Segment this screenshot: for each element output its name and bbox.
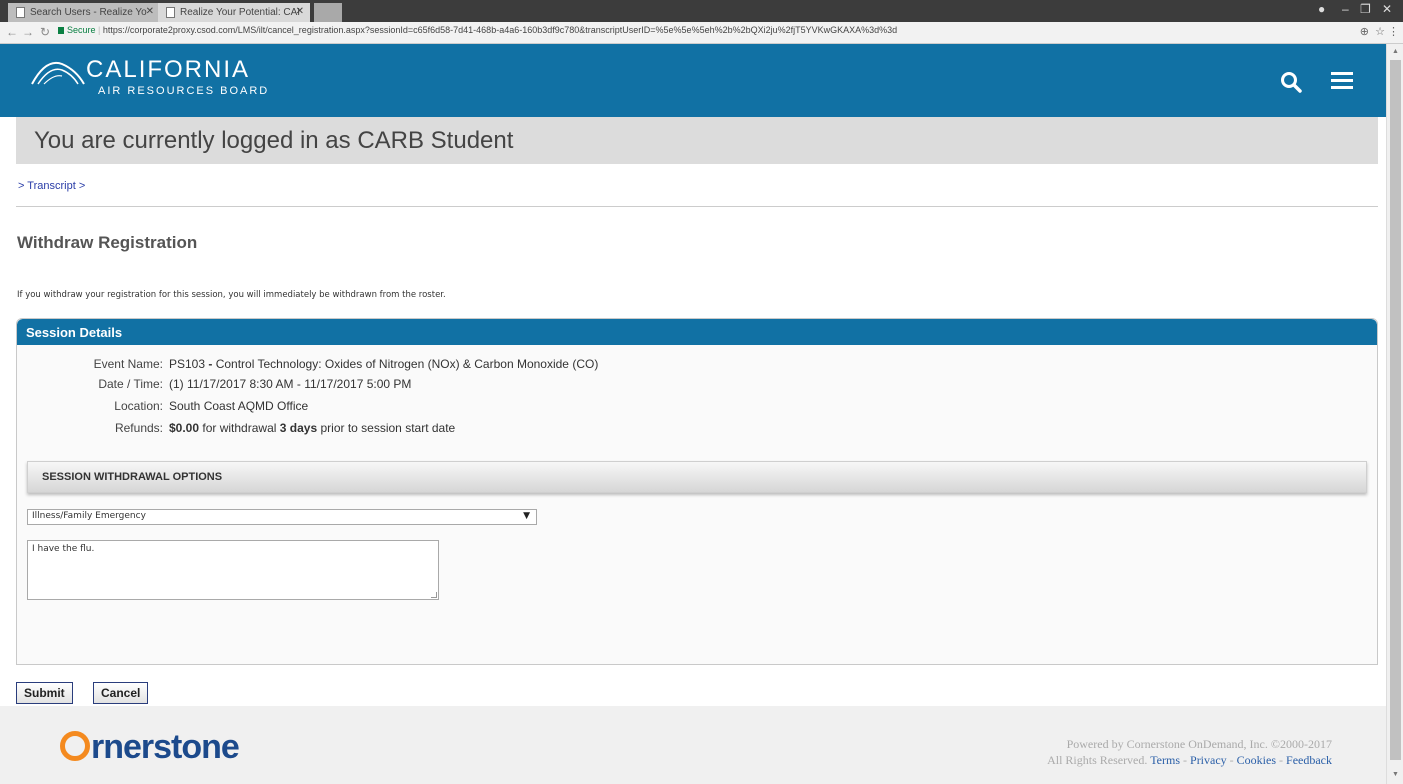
page-icon <box>16 7 25 18</box>
footer-links-line: All Rights Reserved. Terms - Privacy - C… <box>1047 753 1332 767</box>
location-value: South Coast AQMD Office <box>169 399 309 413</box>
site-header: CALIFORNIA AIR RESOURCES BOARD <box>0 44 1386 117</box>
withdrawal-comment-text: I have the flu. <box>32 544 95 554</box>
session-details-heading: Session Details <box>17 319 1377 345</box>
event-title: Control Technology: Oxides of Nitrogen (… <box>215 357 599 371</box>
url-field[interactable]: Secure | https://corporate2proxy.csod.co… <box>58 25 897 35</box>
browser-tab-realize-potential[interactable]: Realize Your Potential: CAI ✕ <box>158 3 310 22</box>
session-details-panel: Session Details Event Name: PS103 - Cont… <box>16 318 1378 665</box>
profile-icon[interactable]: ● <box>1318 2 1325 16</box>
breadcrumb: > Transcript > <box>18 180 85 192</box>
withdrawal-comment-textarea[interactable]: I have the flu. <box>27 540 439 600</box>
refund-amount: $0.00 <box>169 421 200 435</box>
event-name-value: PS103 - Control Technology: Oxides of Ni… <box>169 357 598 371</box>
address-bar: ← → ↻ Secure | https://corporate2proxy.c… <box>0 22 1403 44</box>
welcome-bar: You are currently logged in as CARB Stud… <box>16 117 1378 164</box>
lock-icon <box>58 27 64 34</box>
close-icon[interactable]: ✕ <box>146 6 154 17</box>
cookies-link[interactable]: Cookies <box>1237 753 1276 767</box>
refund-days-word: days <box>289 421 318 435</box>
url-text: https://corporate2proxy.csod.com/LMS/ilt… <box>102 25 898 35</box>
window-close-icon[interactable]: ✕ <box>1382 2 1392 16</box>
back-icon[interactable]: ← <box>6 25 18 39</box>
rights-text: All Rights Reserved. <box>1047 753 1148 767</box>
scroll-down-icon[interactable]: ▼ <box>1392 771 1399 778</box>
cornerstone-logo-text: rnerstone <box>91 728 240 766</box>
secure-label: Secure <box>67 25 96 35</box>
submit-button[interactable]: Submit <box>16 682 73 704</box>
logo-title: CALIFORNIA <box>86 56 251 83</box>
datetime-value: (1) 11/17/2017 8:30 AM - 11/17/2017 5:00… <box>169 377 412 391</box>
logo-subtitle: AIR RESOURCES BOARD <box>98 85 270 97</box>
datetime-label: Date / Time: <box>98 377 163 391</box>
dropdown-arrow-icon: ▼ <box>523 511 530 521</box>
page-icon <box>166 7 175 18</box>
refund-end-text: prior to session start date <box>320 421 456 435</box>
withdrawal-options-header: SESSION WITHDRAWAL OPTIONS <box>27 461 1367 493</box>
cornerstone-logo-icon <box>60 731 90 761</box>
footer-text: Powered by Cornerstone OnDemand, Inc. ©2… <box>1047 736 1332 768</box>
logged-in-text: You are currently logged in as CARB Stud… <box>34 127 514 154</box>
new-tab-button[interactable] <box>314 3 342 22</box>
event-code: PS103 <box>169 357 206 371</box>
page-scrollbar[interactable]: ▲ ▼ <box>1386 44 1403 784</box>
withdrawal-reason-value: Illness/Family Emergency <box>32 511 146 521</box>
minimize-icon[interactable]: – <box>1342 2 1349 16</box>
forward-icon[interactable]: → <box>22 25 34 39</box>
intro-text: If you withdraw your registration for th… <box>17 290 446 300</box>
browser-tab-bar: Search Users - Realize Yo ✕ Realize Your… <box>0 0 1403 22</box>
cancel-button[interactable]: Cancel <box>93 682 149 704</box>
refunds-value: $0.00 for withdrawal 3 days prior to ses… <box>169 421 455 435</box>
tab-title: Search Users - Realize Yo <box>30 7 147 18</box>
menu-dots-icon[interactable]: ⋮ <box>1388 25 1399 38</box>
search-icon[interactable] <box>1280 71 1302 93</box>
close-icon[interactable]: ✕ <box>296 6 304 17</box>
copyright-text: Powered by Cornerstone OnDemand, Inc. ©2… <box>1066 737 1332 751</box>
withdrawal-options-heading: SESSION WITHDRAWAL OPTIONS <box>42 471 223 483</box>
breadcrumb-separator: > <box>18 180 25 192</box>
refund-days-number: 3 <box>279 421 287 435</box>
feedback-link[interactable]: Feedback <box>1286 753 1332 767</box>
breadcrumb-separator: > <box>78 180 86 192</box>
restore-icon[interactable]: ❐ <box>1360 2 1371 16</box>
bookmark-star-icon[interactable]: ☆ <box>1375 25 1385 38</box>
location-label: Location: <box>114 399 163 413</box>
event-separator: - <box>205 357 216 371</box>
scrollbar-thumb[interactable] <box>1390 60 1401 760</box>
page-title: Withdraw Registration <box>17 233 198 252</box>
privacy-link[interactable]: Privacy <box>1190 753 1227 767</box>
zoom-icon[interactable]: ⊕ <box>1360 25 1369 38</box>
refund-mid-text: for withdrawal <box>202 421 277 435</box>
refunds-label: Refunds: <box>114 421 163 435</box>
carb-logo-icon <box>31 62 85 85</box>
scroll-up-icon[interactable]: ▲ <box>1392 48 1399 55</box>
footer: rnerstone Powered by Cornerstone OnDeman… <box>0 706 1386 784</box>
terms-link[interactable]: Terms <box>1150 753 1180 767</box>
tab-title: Realize Your Potential: CAI <box>180 7 301 18</box>
event-name-label: Event Name: <box>93 357 163 371</box>
divider <box>16 206 1378 207</box>
resize-grip-icon[interactable] <box>431 592 437 598</box>
reload-icon[interactable]: ↻ <box>40 25 50 39</box>
browser-tab-search-users[interactable]: Search Users - Realize Yo ✕ <box>8 3 160 22</box>
cornerstone-logo: rnerstone <box>60 728 240 767</box>
breadcrumb-link-transcript[interactable]: Transcript <box>27 180 76 192</box>
hamburger-menu-icon[interactable] <box>1331 72 1353 92</box>
withdrawal-reason-select[interactable]: Illness/Family Emergency ▼ <box>27 509 537 525</box>
